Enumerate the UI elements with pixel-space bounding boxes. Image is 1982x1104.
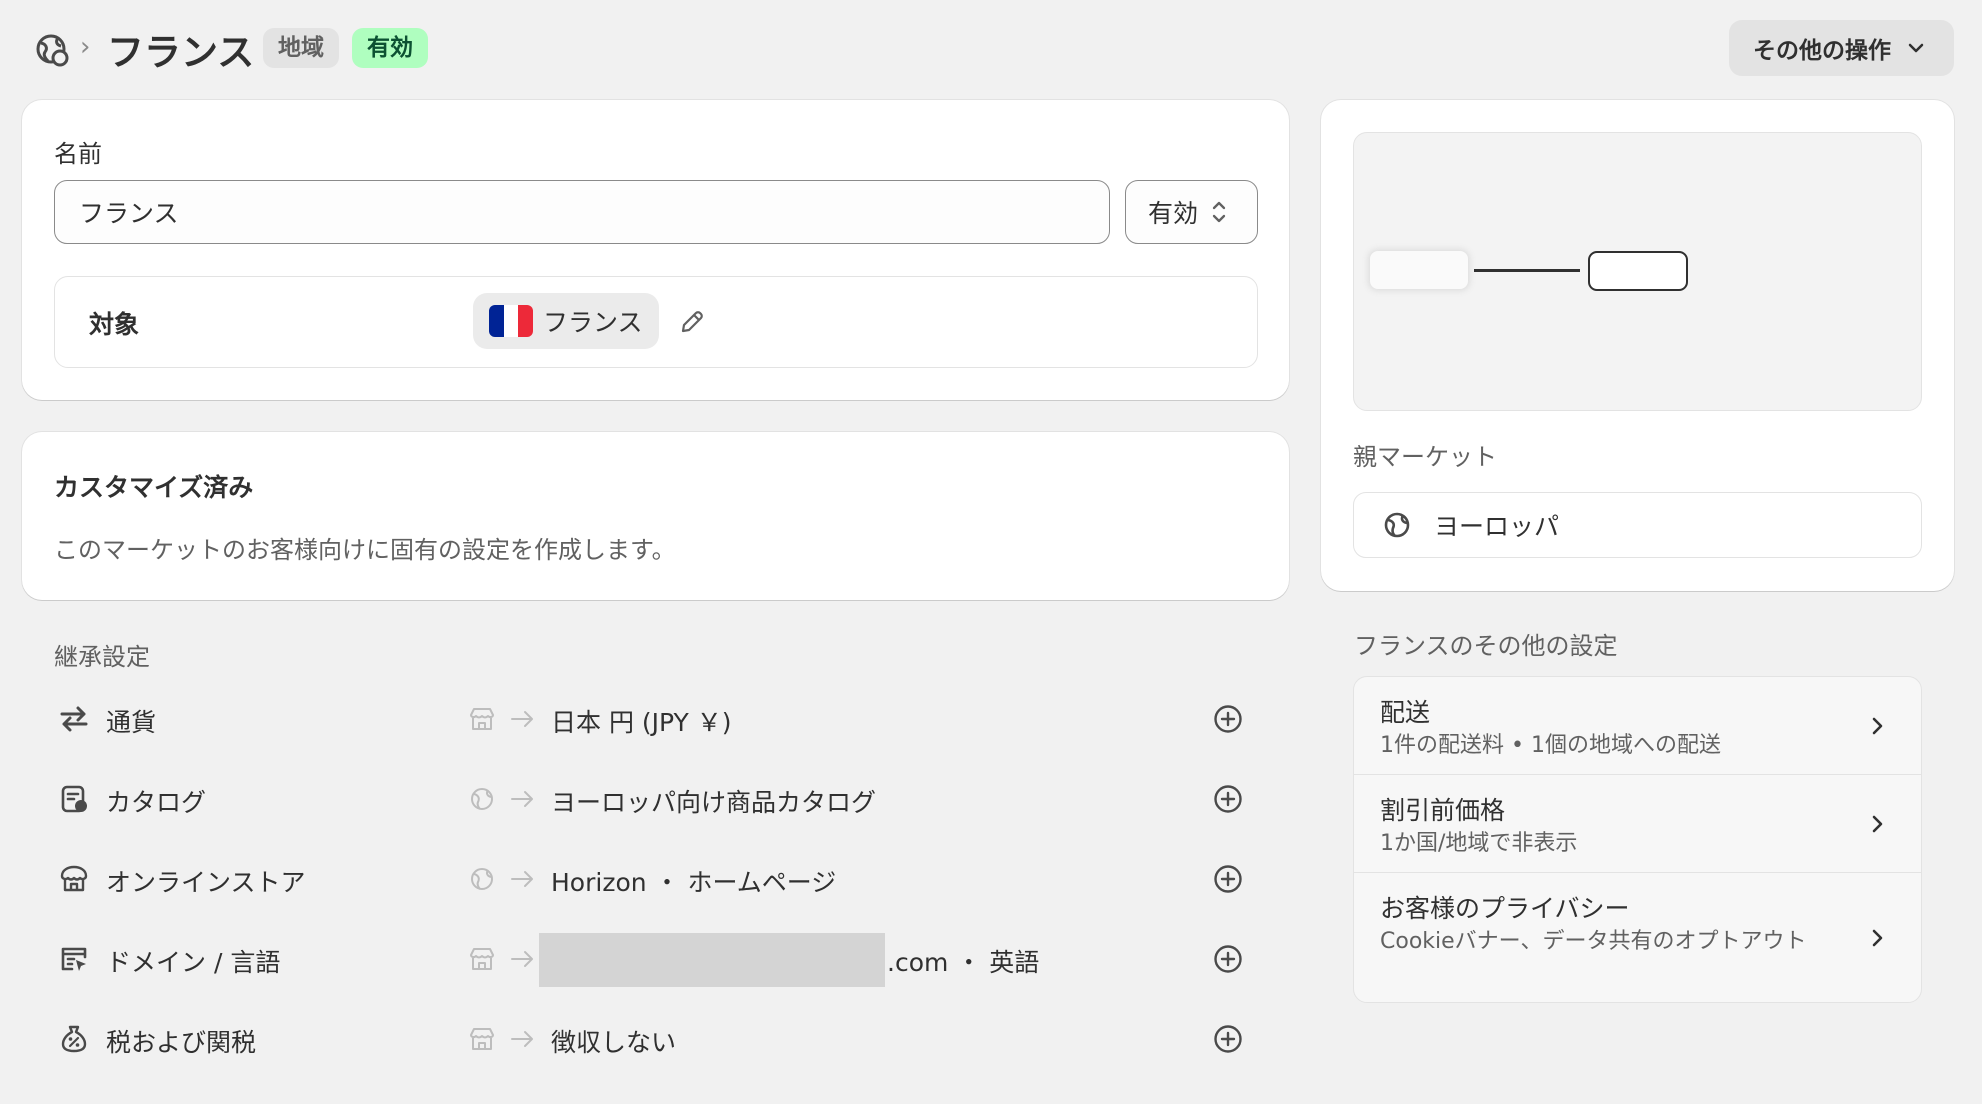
inherited-row-domain: ドメイン / 言語 .com ・ 英語 — [54, 929, 1254, 989]
more-actions-button[interactable]: その他の操作 — [1729, 20, 1954, 76]
inherited-row-tax: 税および関税 徴収しない — [54, 1009, 1254, 1069]
parent-market-value: ヨーロッパ — [1434, 512, 1560, 541]
customized-card: カスタマイズ済み このマーケットのお客様向けに固有の設定を作成します。 — [22, 432, 1289, 600]
currency-exchange-icon — [60, 706, 88, 732]
page-title: フランス — [107, 31, 255, 74]
flag-stripe-white — [503, 305, 519, 337]
row-value: Horizon ・ ホームページ — [551, 868, 837, 897]
markets-globe-icon[interactable] — [32, 30, 70, 68]
status-select[interactable]: 有効 — [1125, 180, 1258, 244]
add-override-icon[interactable] — [1212, 703, 1244, 735]
market-hierarchy-card: 親マーケット ヨーロッパ — [1321, 100, 1954, 591]
globe-icon — [471, 868, 493, 890]
market-details-card: 名前 フランス 有効 対象 フランス — [22, 100, 1289, 400]
flag-stripe-red — [518, 305, 533, 337]
add-override-icon[interactable] — [1212, 863, 1244, 895]
row-name: ドメイン / 言語 — [106, 948, 281, 977]
row-value: 日本 円 (JPY ￥) — [551, 708, 732, 737]
arrow-right-icon — [511, 871, 533, 887]
name-input-value: フランス — [79, 199, 179, 228]
row-name: 通貨 — [106, 708, 157, 737]
arrow-right-icon — [511, 951, 533, 967]
target-label: 対象 — [89, 310, 140, 339]
more-actions-label: その他の操作 — [1753, 38, 1891, 64]
name-input[interactable]: フランス — [54, 180, 1110, 244]
chevron-right-icon — [1872, 929, 1883, 947]
settings-item-shipping[interactable]: 配送 1件の配送料 • 1個の地域への配送 — [1354, 677, 1921, 775]
settings-item-subtitle: Cookieバナー、データ共有のオプトアウト — [1380, 929, 1807, 954]
parent-market-link[interactable]: ヨーロッパ — [1353, 492, 1922, 558]
globe-icon — [1384, 512, 1410, 538]
redacted-domain — [539, 933, 885, 987]
settings-item-title: 割引前価格 — [1380, 796, 1506, 825]
arrow-right-icon — [511, 711, 533, 727]
row-value: .com ・ 英語 — [887, 948, 1040, 977]
store-icon — [470, 1028, 494, 1050]
breadcrumb-separator: › — [80, 32, 91, 62]
chevron-down-icon — [1908, 43, 1924, 53]
tax-icon — [61, 1025, 87, 1053]
current-market-node — [1588, 251, 1688, 291]
settings-item-compare-price[interactable]: 割引前価格 1か国/地域で非表示 — [1354, 775, 1921, 873]
row-name: オンラインストア — [106, 868, 306, 897]
other-settings-list: 配送 1件の配送料 • 1個の地域への配送 割引前価格 1か国/地域で非表示 お… — [1353, 676, 1922, 1003]
row-name: カタログ — [106, 788, 207, 817]
row-value: 徴収しない — [551, 1028, 677, 1057]
parent-node — [1370, 251, 1468, 289]
settings-item-subtitle: 1か国/地域で非表示 — [1380, 831, 1578, 856]
add-override-icon[interactable] — [1212, 1023, 1244, 1055]
name-label: 名前 — [54, 140, 102, 168]
chevron-right-icon — [1872, 717, 1883, 735]
status-select-value: 有効 — [1148, 199, 1199, 228]
flag-stripe-blue — [489, 305, 504, 337]
inherited-row-currency: 通貨 日本 円 (JPY ￥) — [54, 689, 1254, 749]
catalog-icon — [61, 785, 87, 813]
add-override-icon[interactable] — [1212, 783, 1244, 815]
inherited-settings-title: 継承設定 — [54, 643, 150, 671]
customized-title: カスタマイズ済み — [54, 473, 254, 502]
parent-market-label: 親マーケット — [1353, 443, 1497, 471]
france-flag-icon — [489, 305, 533, 337]
globe-icon — [471, 788, 493, 810]
page-header: › フランス 地域 有効 その他の操作 — [0, 0, 1982, 96]
hierarchy-connector — [1474, 269, 1580, 272]
other-settings-title: フランスのその他の設定 — [1354, 632, 1618, 660]
store-icon — [470, 708, 494, 730]
settings-item-title: 配送 — [1380, 698, 1431, 727]
chevron-right-icon — [1872, 815, 1883, 833]
edit-pencil-icon[interactable] — [677, 307, 707, 337]
online-store-icon — [60, 865, 88, 892]
arrow-right-icon — [511, 1031, 533, 1047]
settings-item-customer-privacy[interactable]: お客様のプライバシー Cookieバナー、データ共有のオプトアウト — [1354, 873, 1921, 1002]
country-name: フランス — [543, 308, 643, 337]
status-badge: 有効 — [352, 28, 428, 68]
target-section: 対象 フランス — [54, 276, 1258, 368]
add-override-icon[interactable] — [1212, 943, 1244, 975]
inherited-row-catalog: カタログ ヨーロッパ向け商品カタログ — [54, 769, 1254, 829]
settings-item-subtitle: 1件の配送料 • 1個の地域への配送 — [1380, 733, 1721, 758]
select-chevrons-icon — [1212, 201, 1226, 223]
arrow-right-icon — [511, 791, 533, 807]
inherited-row-online-store: オンラインストア Horizon ・ ホームページ — [54, 849, 1254, 909]
settings-item-title: お客様のプライバシー — [1380, 894, 1630, 923]
region-badge: 地域 — [263, 28, 339, 68]
customized-description: このマーケットのお客様向けに固有の設定を作成します。 — [54, 536, 676, 564]
row-value: ヨーロッパ向け商品カタログ — [551, 788, 877, 817]
store-icon — [470, 948, 494, 970]
country-chip: フランス — [473, 293, 659, 349]
hierarchy-diagram — [1353, 132, 1922, 411]
row-name: 税および関税 — [106, 1028, 257, 1057]
domain-icon — [61, 947, 87, 971]
